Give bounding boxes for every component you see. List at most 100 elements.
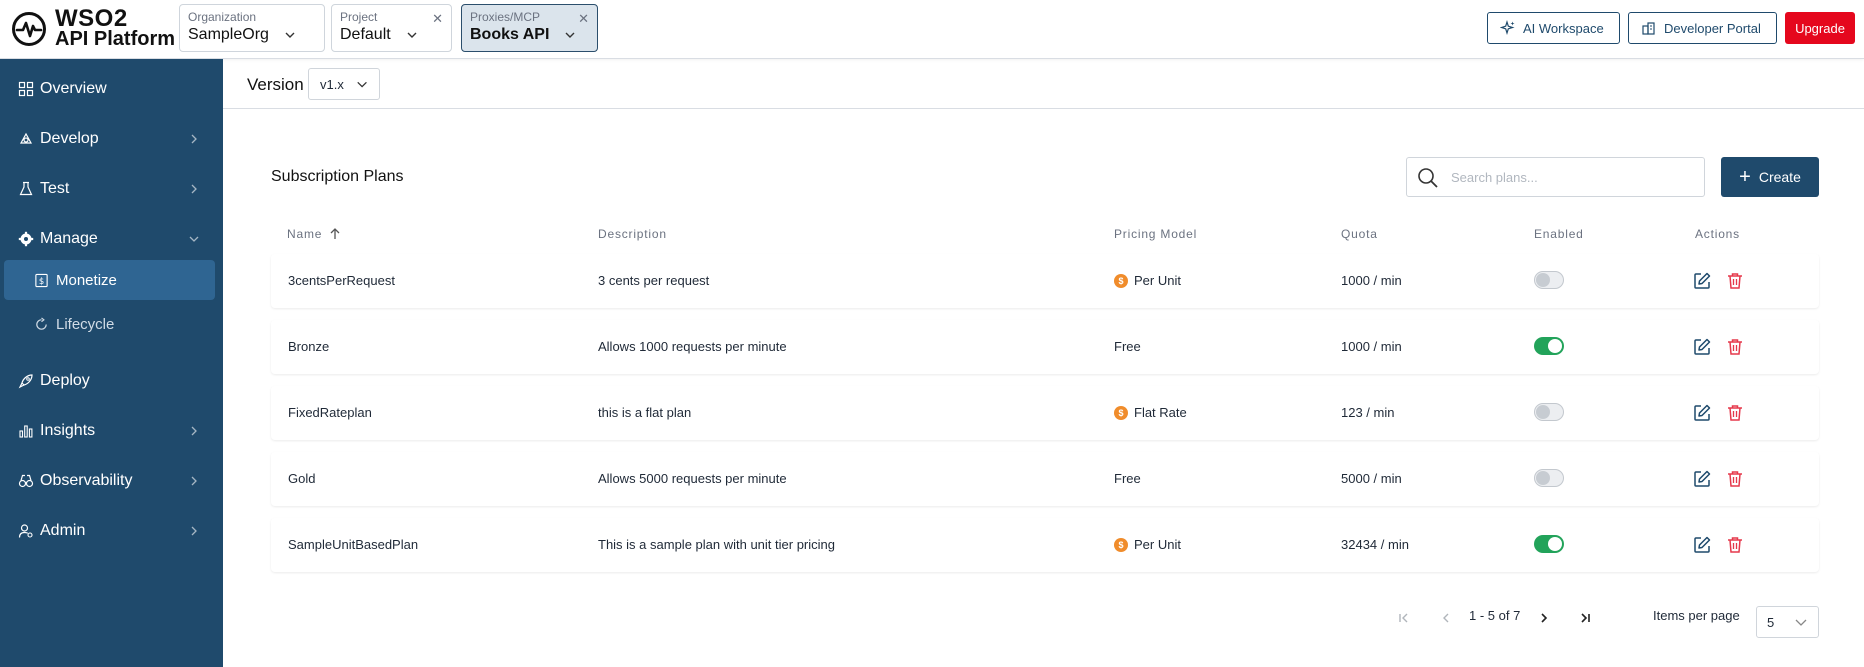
logo-icon xyxy=(12,12,46,46)
sidebar-item-deploy[interactable]: Deploy xyxy=(0,361,223,401)
project-label: Project xyxy=(340,10,378,24)
enabled-toggle[interactable] xyxy=(1534,337,1564,355)
items-per-page-label: Items per page xyxy=(1653,608,1740,623)
edit-icon[interactable] xyxy=(1692,535,1712,555)
proxies-value: Books API xyxy=(470,26,550,43)
items-per-page-value: 5 xyxy=(1767,614,1775,630)
plan-description: Allows 5000 requests per minute xyxy=(598,471,787,486)
search-input[interactable] xyxy=(1451,166,1691,188)
sidebar-item-label: Observability xyxy=(40,472,133,489)
first-page-icon[interactable] xyxy=(1396,610,1412,626)
enabled-toggle[interactable] xyxy=(1534,469,1564,487)
organization-value: SampleOrg xyxy=(188,26,269,43)
column-header-quota: Quota xyxy=(1341,227,1378,241)
version-label: Version xyxy=(247,75,304,94)
enabled-toggle[interactable] xyxy=(1534,271,1564,289)
plan-pricing-model: Free xyxy=(1114,471,1141,486)
sidebar-item-insights[interactable]: Insights xyxy=(0,411,223,451)
enabled-toggle[interactable] xyxy=(1534,535,1564,553)
version-select[interactable]: v1.x xyxy=(308,68,380,100)
toggle-knob xyxy=(1536,471,1550,485)
table-row: SampleUnitBasedPlan This is a sample plan… xyxy=(271,518,1819,572)
chevron-down-icon xyxy=(1795,619,1807,626)
pricing-model-label: Per Unit xyxy=(1134,537,1181,552)
create-label: Create xyxy=(1758,169,1801,185)
edit-icon[interactable] xyxy=(1692,271,1712,291)
delete-icon[interactable] xyxy=(1725,271,1745,291)
project-selector[interactable]: Project ✕ Default xyxy=(331,4,452,52)
sidebar-item-monetize[interactable]: $ Monetize xyxy=(4,260,215,300)
previous-page-icon[interactable] xyxy=(1438,610,1454,626)
delete-icon[interactable] xyxy=(1725,535,1745,555)
portal-icon xyxy=(1642,22,1655,35)
sidebar-item-test[interactable]: Test xyxy=(0,169,223,209)
sidebar-item-overview[interactable]: Overview xyxy=(0,69,223,109)
sidebar-item-observability[interactable]: Observability xyxy=(0,461,223,501)
bar-chart-icon xyxy=(19,425,33,438)
create-button[interactable]: + Create xyxy=(1721,157,1819,197)
proxies-selector[interactable]: Proxies/MCP ✕ Books API xyxy=(461,4,598,52)
sidebar-item-label: Overview xyxy=(40,80,107,97)
sidebar-item-manage[interactable]: Manage xyxy=(0,219,223,259)
monetize-icon: $ xyxy=(35,273,48,287)
sidebar-item-develop[interactable]: Develop xyxy=(0,119,223,159)
chevron-down-icon xyxy=(357,81,367,88)
items-per-page-select[interactable]: 5 xyxy=(1756,606,1819,638)
plan-name: SampleUnitBasedPlan xyxy=(288,537,419,552)
ai-workspace-button[interactable]: AI Workspace xyxy=(1487,12,1620,44)
sidebar-item-lifecycle[interactable]: Lifecycle xyxy=(4,304,215,344)
edit-icon[interactable] xyxy=(1692,469,1712,489)
next-page-icon[interactable] xyxy=(1536,610,1552,626)
search-box xyxy=(1406,157,1705,197)
proxies-label: Proxies/MCP xyxy=(470,10,541,24)
user-gear-icon xyxy=(18,524,33,538)
upgrade-button[interactable]: Upgrade xyxy=(1785,12,1855,44)
developer-portal-button[interactable]: Developer Portal xyxy=(1628,12,1777,44)
plan-quota: 32434 / min xyxy=(1341,537,1409,552)
enabled-toggle[interactable] xyxy=(1534,403,1564,421)
chevron-down-icon xyxy=(407,32,417,38)
delete-icon[interactable] xyxy=(1725,337,1745,357)
delete-icon[interactable] xyxy=(1725,403,1745,423)
table-row: 3centsPerRequest 3 cents per request $ Per … xyxy=(271,254,1819,308)
table-row: FixedRateplan this is a flat plan $ Flat Ra… xyxy=(271,386,1819,440)
pricing-model-label: Flat Rate xyxy=(1134,405,1187,420)
sidebar-item-label: Test xyxy=(40,180,70,197)
wso2-logo[interactable]: WSO2 API Platform xyxy=(11,7,175,50)
sidebar-item-label: Lifecycle xyxy=(56,315,115,333)
plan-description: 3 cents per request xyxy=(598,273,710,288)
pricing-model-label: Free xyxy=(1114,339,1141,354)
developer-portal-label: Developer Portal xyxy=(1664,20,1761,36)
close-icon[interactable]: ✕ xyxy=(432,11,443,27)
plan-description: This is a sample plan with unit tier pri… xyxy=(598,537,835,552)
plan-name: Bronze xyxy=(288,339,330,354)
pricing-model-label: Free xyxy=(1114,471,1141,486)
plan-pricing-model: Free xyxy=(1114,339,1141,354)
edit-icon[interactable] xyxy=(1692,337,1712,357)
sparkle-icon xyxy=(1500,20,1515,36)
column-header-actions: Actions xyxy=(1695,227,1740,241)
grid-icon xyxy=(18,81,34,97)
organization-selector[interactable]: Organization SampleOrg xyxy=(179,4,325,52)
close-icon[interactable]: ✕ xyxy=(578,11,589,27)
plus-icon: + xyxy=(1739,166,1751,188)
plan-pricing-model: $ Per Unit xyxy=(1114,537,1181,552)
chevron-right-icon xyxy=(191,134,197,144)
chevron-right-icon xyxy=(191,426,197,436)
sidebar-item-admin[interactable]: Admin xyxy=(0,511,223,551)
delete-icon[interactable] xyxy=(1725,469,1745,489)
plan-name: Gold xyxy=(288,471,316,486)
edit-icon[interactable] xyxy=(1692,403,1712,423)
project-value: Default xyxy=(340,26,391,43)
sidebar-item-label: Develop xyxy=(40,130,99,147)
toggle-knob xyxy=(1548,537,1562,551)
last-page-icon[interactable] xyxy=(1577,610,1593,626)
flask-icon xyxy=(19,181,33,196)
sidebar-item-label: Manage xyxy=(40,230,98,247)
column-header-name[interactable]: Name xyxy=(287,227,342,241)
sidebar-item-label: Deploy xyxy=(40,372,90,389)
lifecycle-icon xyxy=(36,316,47,330)
column-header-pricing-model: Pricing Model xyxy=(1114,227,1198,241)
sort-ascending-icon[interactable] xyxy=(328,227,342,241)
rocket-icon xyxy=(18,374,33,389)
